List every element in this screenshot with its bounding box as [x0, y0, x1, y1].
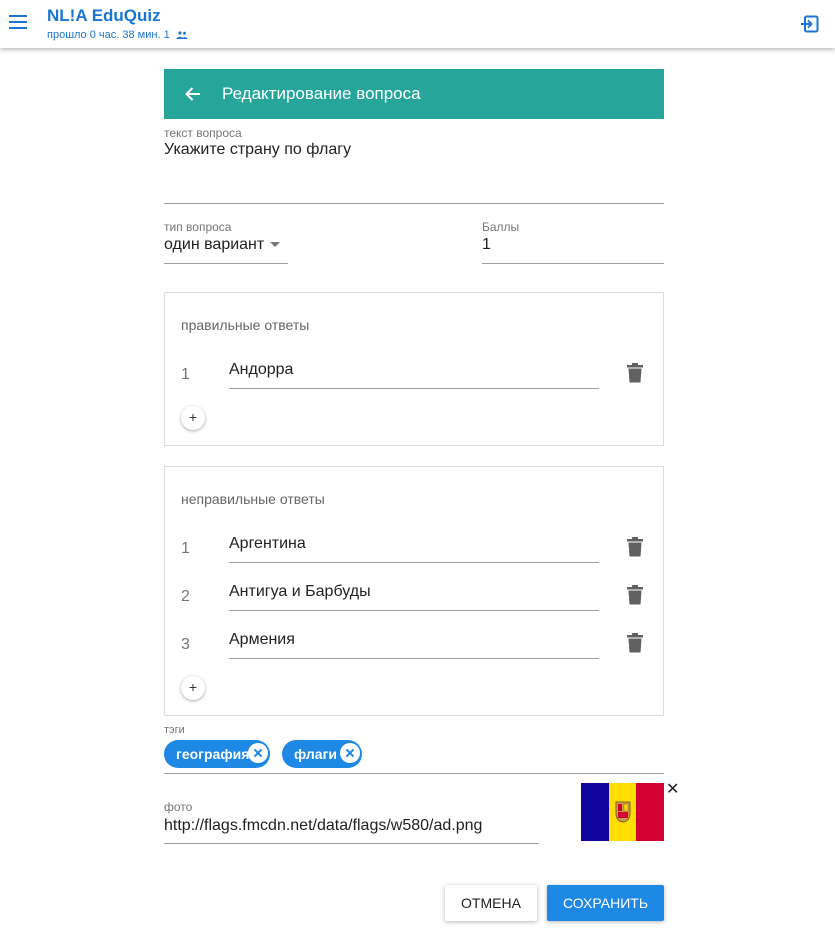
tag-chip: флаги [282, 740, 362, 768]
flag-image [581, 783, 665, 841]
cancel-button[interactable]: ОТМЕНА [445, 885, 537, 921]
participants-count: 1 [163, 29, 170, 41]
question-type-label: тип вопроса [164, 220, 232, 234]
points-input[interactable]: 1 [482, 236, 491, 254]
back-arrow-icon[interactable] [184, 85, 202, 103]
flag-stripe [608, 783, 637, 841]
question-type-underline [164, 263, 288, 264]
points-label: Баллы [482, 220, 520, 234]
coat-of-arms-icon [615, 801, 631, 823]
wrong-answer-input[interactable]: Аргентина [229, 535, 306, 553]
tag-chip-label: флаги [294, 746, 338, 762]
remove-tag-icon[interactable] [248, 743, 268, 763]
tags-label: тэги [164, 724, 185, 736]
delete-icon[interactable] [627, 537, 643, 557]
tag-chip: география [164, 740, 270, 768]
wrong-answers-title: неправильные ответы [181, 491, 325, 507]
wrong-answer-underline [229, 610, 599, 611]
remove-photo-icon[interactable]: ✕ [666, 782, 679, 798]
people-icon [175, 31, 188, 40]
delete-icon[interactable] [627, 633, 643, 653]
question-type-select[interactable]: один вариант [164, 236, 264, 254]
wrong-answer-underline [229, 658, 599, 659]
elapsed-time: прошло 0 час. 38 мин. [47, 29, 161, 41]
remove-tag-icon[interactable] [340, 743, 360, 763]
correct-answer-input[interactable]: Андорра [229, 361, 293, 379]
logout-icon[interactable] [801, 15, 819, 33]
flag-stripe [636, 783, 665, 841]
wrong-answer-input[interactable]: Антигуа и Барбуды [229, 583, 371, 601]
menu-icon[interactable] [9, 15, 27, 29]
tag-chip-label: география [176, 746, 250, 762]
wrong-answers-section: неправильные ответы 1 Аргентина 2 Антигу… [164, 466, 664, 716]
delete-icon[interactable] [627, 363, 643, 383]
app-subtitle: прошло 0 час. 38 мин. 1 [47, 29, 188, 41]
card-title: Редактирование вопроса [222, 84, 421, 103]
correct-answer-underline [229, 388, 599, 389]
add-correct-answer-button[interactable]: + [181, 406, 205, 430]
correct-answer-number: 1 [181, 366, 190, 383]
wrong-answer-number: 2 [181, 588, 190, 605]
wrong-answer-input[interactable]: Армения [229, 631, 295, 649]
correct-answers-section: правильные ответы 1 Андорра + [164, 292, 664, 446]
card-header: Редактирование вопроса [164, 69, 664, 119]
photo-url-input[interactable]: http://flags.fmcdn.net/data/flags/w580/a… [164, 817, 482, 835]
wrong-answer-number: 1 [181, 540, 190, 557]
flag-stripe [581, 783, 609, 841]
wrong-answer-number: 3 [181, 636, 190, 653]
delete-icon[interactable] [627, 585, 643, 605]
question-text-underline [164, 203, 664, 204]
app-bar: NL!A EduQuiz прошло 0 час. 38 мин. 1 [0, 0, 835, 48]
save-button[interactable]: СОХРАНИТЬ [547, 885, 664, 921]
correct-answers-title: правильные ответы [181, 317, 310, 333]
app-title: NL!A EduQuiz [47, 6, 161, 25]
points-underline [482, 263, 664, 264]
photo-url-underline [164, 843, 539, 844]
question-text-label: текст вопроса [164, 126, 242, 140]
wrong-answer-underline [229, 562, 599, 563]
tags-underline [164, 773, 664, 774]
dropdown-arrow-icon[interactable] [270, 242, 280, 247]
question-text-field[interactable]: Укажите страну по флагу [164, 141, 351, 159]
photo-label: фото [164, 800, 193, 814]
add-wrong-answer-button[interactable]: + [181, 676, 205, 700]
